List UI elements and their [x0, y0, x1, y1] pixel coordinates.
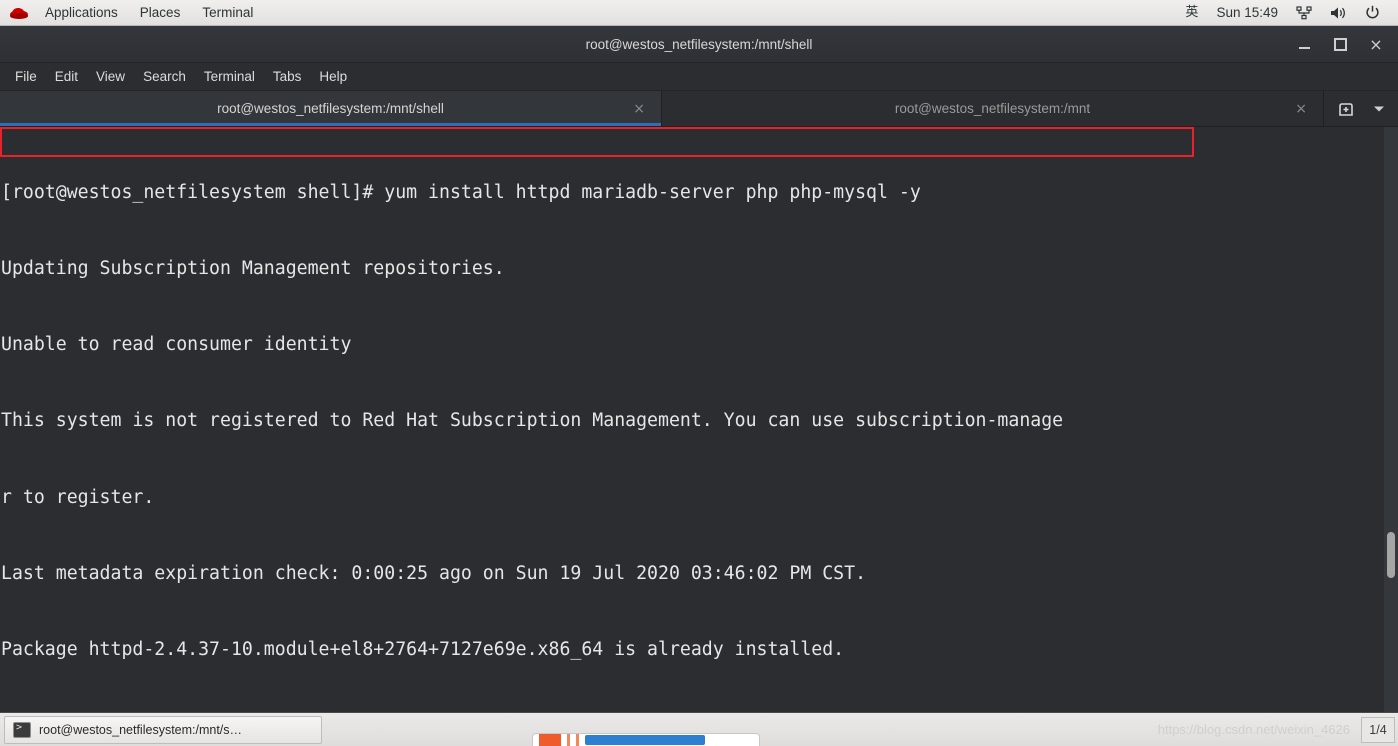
menu-terminal[interactable]: Terminal — [195, 64, 264, 90]
tab-mnt[interactable]: root@westos_netfilesystem:/mnt × — [662, 91, 1324, 126]
minimize-button[interactable] — [1286, 26, 1322, 63]
popup-divider — [576, 734, 579, 746]
terminal-line: Unable to read consumer identity — [1, 334, 352, 356]
terminal-lines: [root@westos_netfilesystem shell]# yum i… — [0, 129, 1384, 712]
menu-tabs[interactable]: Tabs — [264, 64, 311, 90]
popup-app-logo-icon — [539, 734, 561, 746]
window-title: root@westos_netfilesystem:/mnt/shell — [585, 36, 813, 52]
tab-shell[interactable]: root@westos_netfilesystem:/mnt/shell × — [0, 91, 662, 126]
terminal-line: Updating Subscription Management reposit… — [1, 258, 505, 280]
top-panel-left: Applications Places Terminal — [0, 0, 264, 26]
terminal-output-area[interactable]: [root@westos_netfilesystem shell]# yum i… — [0, 127, 1398, 712]
tab-close-icon[interactable]: × — [633, 102, 645, 116]
network-icon[interactable] — [1287, 4, 1321, 22]
terminal-icon — [13, 721, 31, 738]
tab-close-icon[interactable]: × — [1295, 102, 1307, 116]
chevron-down-icon[interactable] — [1368, 97, 1390, 121]
terminal-line: [root@westos_netfilesystem shell]# yum i… — [1, 181, 921, 203]
terminal-line: Package httpd-2.4.37-10.module+el8+2764+… — [1, 639, 845, 661]
terminal-menu[interactable]: Terminal — [191, 0, 264, 25]
new-tab-icon[interactable] — [1332, 97, 1360, 121]
applications-menu[interactable]: Applications — [34, 0, 129, 25]
tab-bar: root@westos_netfilesystem:/mnt/shell × r… — [0, 91, 1398, 127]
screen: Applications Places Terminal 英 Sun 15:49 — [0, 0, 1398, 746]
terminal-scrollbar-thumb[interactable] — [1387, 532, 1395, 578]
taskbar-window-item[interactable]: root@westos_netfilesystem:/mnt/s… — [4, 715, 322, 744]
tab-actions — [1324, 91, 1398, 126]
terminal-scrollbar[interactable] — [1384, 127, 1398, 712]
window-controls: × — [1286, 26, 1394, 63]
popup-divider — [567, 734, 570, 746]
terminal-line: r to register. — [1, 486, 155, 508]
menu-help[interactable]: Help — [310, 64, 356, 90]
terminal-window: root@westos_netfilesystem:/mnt/shell × F… — [0, 26, 1398, 712]
menu-search[interactable]: Search — [134, 64, 195, 90]
window-titlebar[interactable]: root@westos_netfilesystem:/mnt/shell × — [0, 26, 1398, 63]
maximize-button[interactable] — [1322, 26, 1358, 63]
volume-icon[interactable] — [1321, 4, 1356, 22]
tab-label: root@westos_netfilesystem:/mnt/shell — [217, 101, 444, 116]
redhat-logo-icon — [6, 0, 32, 26]
menu-view[interactable]: View — [87, 64, 134, 90]
power-icon[interactable] — [1356, 3, 1389, 22]
close-button[interactable]: × — [1358, 26, 1394, 63]
popup-text-peek — [585, 735, 705, 745]
terminal-line: Last metadata expiration check: 0:00:25 … — [1, 562, 867, 584]
menu-edit[interactable]: Edit — [46, 64, 87, 90]
input-method-indicator[interactable]: 英 — [1176, 1, 1207, 24]
terminal-line: This system is not registered to Red Hat… — [1, 410, 1064, 432]
bottom-popup-peek[interactable] — [532, 733, 760, 746]
clock[interactable]: Sun 15:49 — [1207, 1, 1287, 24]
tab-label: root@westos_netfilesystem:/mnt — [894, 101, 1091, 116]
workspace-indicator[interactable]: 1/4 — [1361, 716, 1395, 743]
top-panel-right: 英 Sun 15:49 — [1176, 1, 1398, 24]
taskbar-window-label: root@westos_netfilesystem:/mnt/s… — [39, 722, 243, 737]
menubar: File Edit View Search Terminal Tabs Help — [0, 63, 1398, 91]
places-menu[interactable]: Places — [129, 0, 192, 25]
gnome-top-panel: Applications Places Terminal 英 Sun 15:49 — [0, 0, 1398, 26]
menu-file[interactable]: File — [6, 64, 46, 90]
